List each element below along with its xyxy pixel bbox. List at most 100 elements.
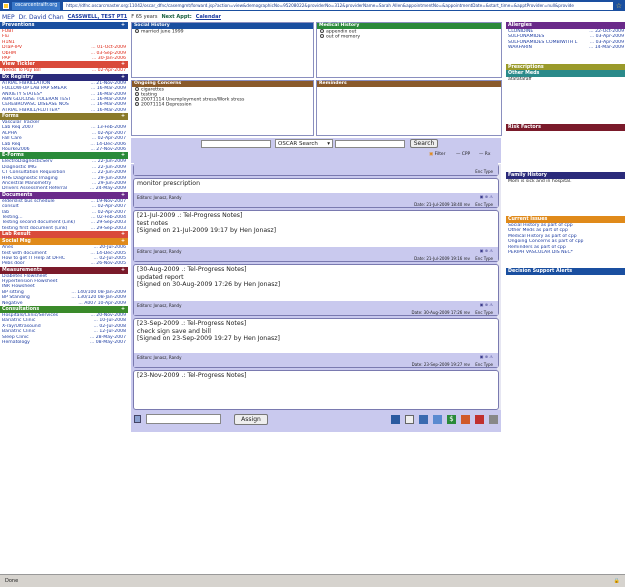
- medical-history-item[interactable]: out of memory: [317, 34, 501, 40]
- note-card[interactable]: Enc Type: [133, 161, 499, 176]
- print-icon[interactable]: [134, 415, 141, 423]
- note-card[interactable]: [30-Aug-2009 .: Tel-Progress Notes] updat…: [133, 264, 499, 316]
- note-action-icon[interactable]: ▣ ⊕ ⚠: [480, 194, 493, 199]
- ticklers-header[interactable]: View Tickler +: [0, 61, 128, 69]
- note-editors: Editors: Jonasz, Randy: [137, 303, 182, 308]
- left-item-consultations[interactable]: Hematology ... 08-May-2007: [0, 340, 128, 345]
- ongoing-concerns-box[interactable]: Ongoing Concerns cigarettes testing 2007…: [131, 80, 314, 136]
- add-icon[interactable]: +: [121, 238, 125, 245]
- browser-tab[interactable]: oscarcentralfr.org: [12, 1, 61, 10]
- item-label: Hematology: [2, 339, 30, 345]
- save-icon[interactable]: [391, 415, 400, 424]
- add-icon[interactable]: +: [121, 306, 125, 313]
- reminders-box[interactable]: Reminders: [316, 80, 502, 136]
- brand-label: MEP: [2, 13, 15, 21]
- star-icon[interactable]: ☆: [616, 2, 622, 10]
- risk-header[interactable]: Risk Factors: [506, 124, 625, 131]
- address-bar[interactable]: https://dfnc.oscarcmaster.org:11042/osca…: [63, 1, 613, 10]
- note-editors: Editors: Jonasz, Randy: [137, 195, 182, 200]
- eforms-header[interactable]: E-Forms +: [0, 152, 128, 160]
- note-card[interactable]: [23-Sep-2009 .: Tel-Progress Notes] check…: [133, 318, 499, 368]
- preventions-header[interactable]: Preventions +: [0, 22, 128, 29]
- consultations-header[interactable]: Consultations +: [0, 306, 128, 314]
- note-text: updated report: [137, 274, 184, 281]
- status-text: Done: [5, 578, 19, 584]
- add-icon[interactable]: +: [121, 61, 125, 68]
- right-item-allergies[interactable]: WARFARIN ... 14-Mar-2009: [506, 45, 625, 50]
- note-signature: [Signed on 21-Jul-2009 19:17 by Hen Jona…: [137, 227, 277, 234]
- trash-icon[interactable]: [489, 415, 498, 424]
- calendar-link[interactable]: Calendar: [196, 14, 221, 20]
- labs-header[interactable]: Lab Result +: [0, 231, 128, 239]
- search-button[interactable]: Search: [410, 139, 438, 148]
- note-action-icon[interactable]: ▣ ⊕ ⚠: [480, 248, 493, 253]
- right-item-family[interactable]: Mom is sick and in hospital.: [506, 179, 625, 184]
- documents-header[interactable]: Documents +: [0, 191, 128, 199]
- patient-header: MEP Dr. David Chan CASSWELL, TEST PT1 F …: [0, 12, 625, 22]
- sign-icon[interactable]: [433, 415, 442, 424]
- note-date: Date: 23-Sep-2009 19:27 rev: [411, 362, 470, 367]
- left-section-forms: Forms + Vascular Tracker Lab Req 2007... 13…: [0, 113, 128, 152]
- cpp-toggle[interactable]: — CPP: [456, 152, 470, 157]
- note-info-strip: Editors: Jonasz, Randy Date: 30-Aug-2009 …: [134, 301, 498, 315]
- forms-header[interactable]: Forms +: [0, 113, 128, 121]
- right-section-family: Family History Mom is sick and in hospita…: [506, 172, 625, 216]
- right-item-issues[interactable]: PERIPH VASCULAR DIS NEC*: [506, 250, 625, 255]
- note-date: Date: 30-Aug-2009 17:26 rev: [411, 310, 470, 315]
- social-history-box[interactable]: Social History married june 1999: [131, 22, 314, 78]
- add-icon[interactable]: +: [121, 74, 125, 81]
- right-section-risk: Risk Factors: [506, 124, 625, 172]
- filter-icon: ▣: [429, 152, 434, 157]
- bill-icon[interactable]: $: [447, 415, 456, 424]
- chevron-down-icon: ▾: [327, 141, 330, 147]
- measurements-header[interactable]: Measurements +: [0, 266, 128, 274]
- site-favicon-icon: [3, 2, 9, 9]
- search-input[interactable]: [335, 140, 405, 148]
- note-card[interactable]: [21-Jul-2009 .: Tel-Progress Notes] test …: [133, 210, 499, 262]
- note-date: Date: 21-Jul-2009 19:16 rev: [414, 256, 470, 261]
- verify-icon[interactable]: [461, 415, 470, 424]
- assign-button[interactable]: Assign: [234, 414, 268, 425]
- filter-label: Filter: [434, 152, 446, 157]
- allergies-header[interactable]: Allergies: [506, 22, 625, 29]
- note-action-icon[interactable]: ▣ ⊕ ⚠: [480, 354, 493, 359]
- doctor-name: Dr. David Chan: [18, 13, 64, 21]
- item-date: ... 08-May-2007: [89, 339, 126, 345]
- disease-header[interactable]: Dx Registry +: [0, 73, 128, 81]
- note-info-strip: Editors: Jonasz, Randy Date: 21-Jul-2009 …: [134, 247, 498, 261]
- social-history-item[interactable]: married june 1999: [132, 29, 313, 35]
- add-icon[interactable]: +: [121, 231, 125, 238]
- left-section-preventions: Preventions + FOBT Flu H1N1 DTaP-IPV... 01-Oc…: [0, 22, 128, 61]
- next-appt-label: Next Appt:: [161, 14, 192, 20]
- note-action-icon[interactable]: ▣ ⊕ ⚠: [480, 302, 493, 307]
- ongoing-concern-item[interactable]: 20071114 Depression: [132, 102, 313, 108]
- filter-toggle[interactable]: ▣ Filter: [429, 152, 445, 157]
- lock-icon[interactable]: [475, 415, 484, 424]
- medical-history-box[interactable]: Medical History appendix out out of memo…: [316, 22, 502, 78]
- dsa-header[interactable]: Decision Support Alerts: [506, 268, 625, 275]
- family-header[interactable]: Family History: [506, 172, 625, 179]
- rx-toggle[interactable]: — Rx: [479, 152, 490, 157]
- document-icon[interactable]: [405, 415, 414, 424]
- note-toolbar: Assign $: [131, 410, 501, 432]
- search-select[interactable]: OSCAR Search ▾: [275, 139, 333, 148]
- note-title: [23-Sep-2009 .: Tel-Progress Notes]: [137, 320, 247, 327]
- other_meds-header[interactable]: Other Meds: [506, 70, 625, 77]
- social-header[interactable]: Social Msg +: [0, 238, 128, 246]
- add-icon[interactable]: +: [121, 267, 125, 274]
- right-item-other_meds[interactable]: afafafafaff: [506, 77, 625, 82]
- right-section-other_meds: Other Meds afafafafaff: [506, 70, 625, 124]
- add-icon[interactable]: +: [121, 152, 125, 159]
- exit-icon[interactable]: [419, 415, 428, 424]
- note-signature: [Signed on 23-Sep-2009 19:27 by Hen Jona…: [137, 335, 280, 342]
- add-icon[interactable]: +: [121, 192, 125, 199]
- note-card[interactable]: monitor prescription Editors: Jonasz, Ran…: [133, 178, 499, 208]
- patient-name-link[interactable]: CASSWELL, TEST PT1: [68, 14, 128, 20]
- note-card[interactable]: [23-Nov-2009 .: Tel-Progress Notes]: [133, 370, 499, 410]
- assign-input[interactable]: [146, 414, 221, 424]
- add-icon[interactable]: +: [121, 22, 125, 29]
- issues-header[interactable]: Current Issues: [506, 216, 625, 223]
- add-icon[interactable]: +: [121, 113, 125, 120]
- left-section-measurements: Measurements + Diabetes Flowsheet Hypertens…: [0, 266, 128, 306]
- search-left-input[interactable]: [201, 140, 271, 148]
